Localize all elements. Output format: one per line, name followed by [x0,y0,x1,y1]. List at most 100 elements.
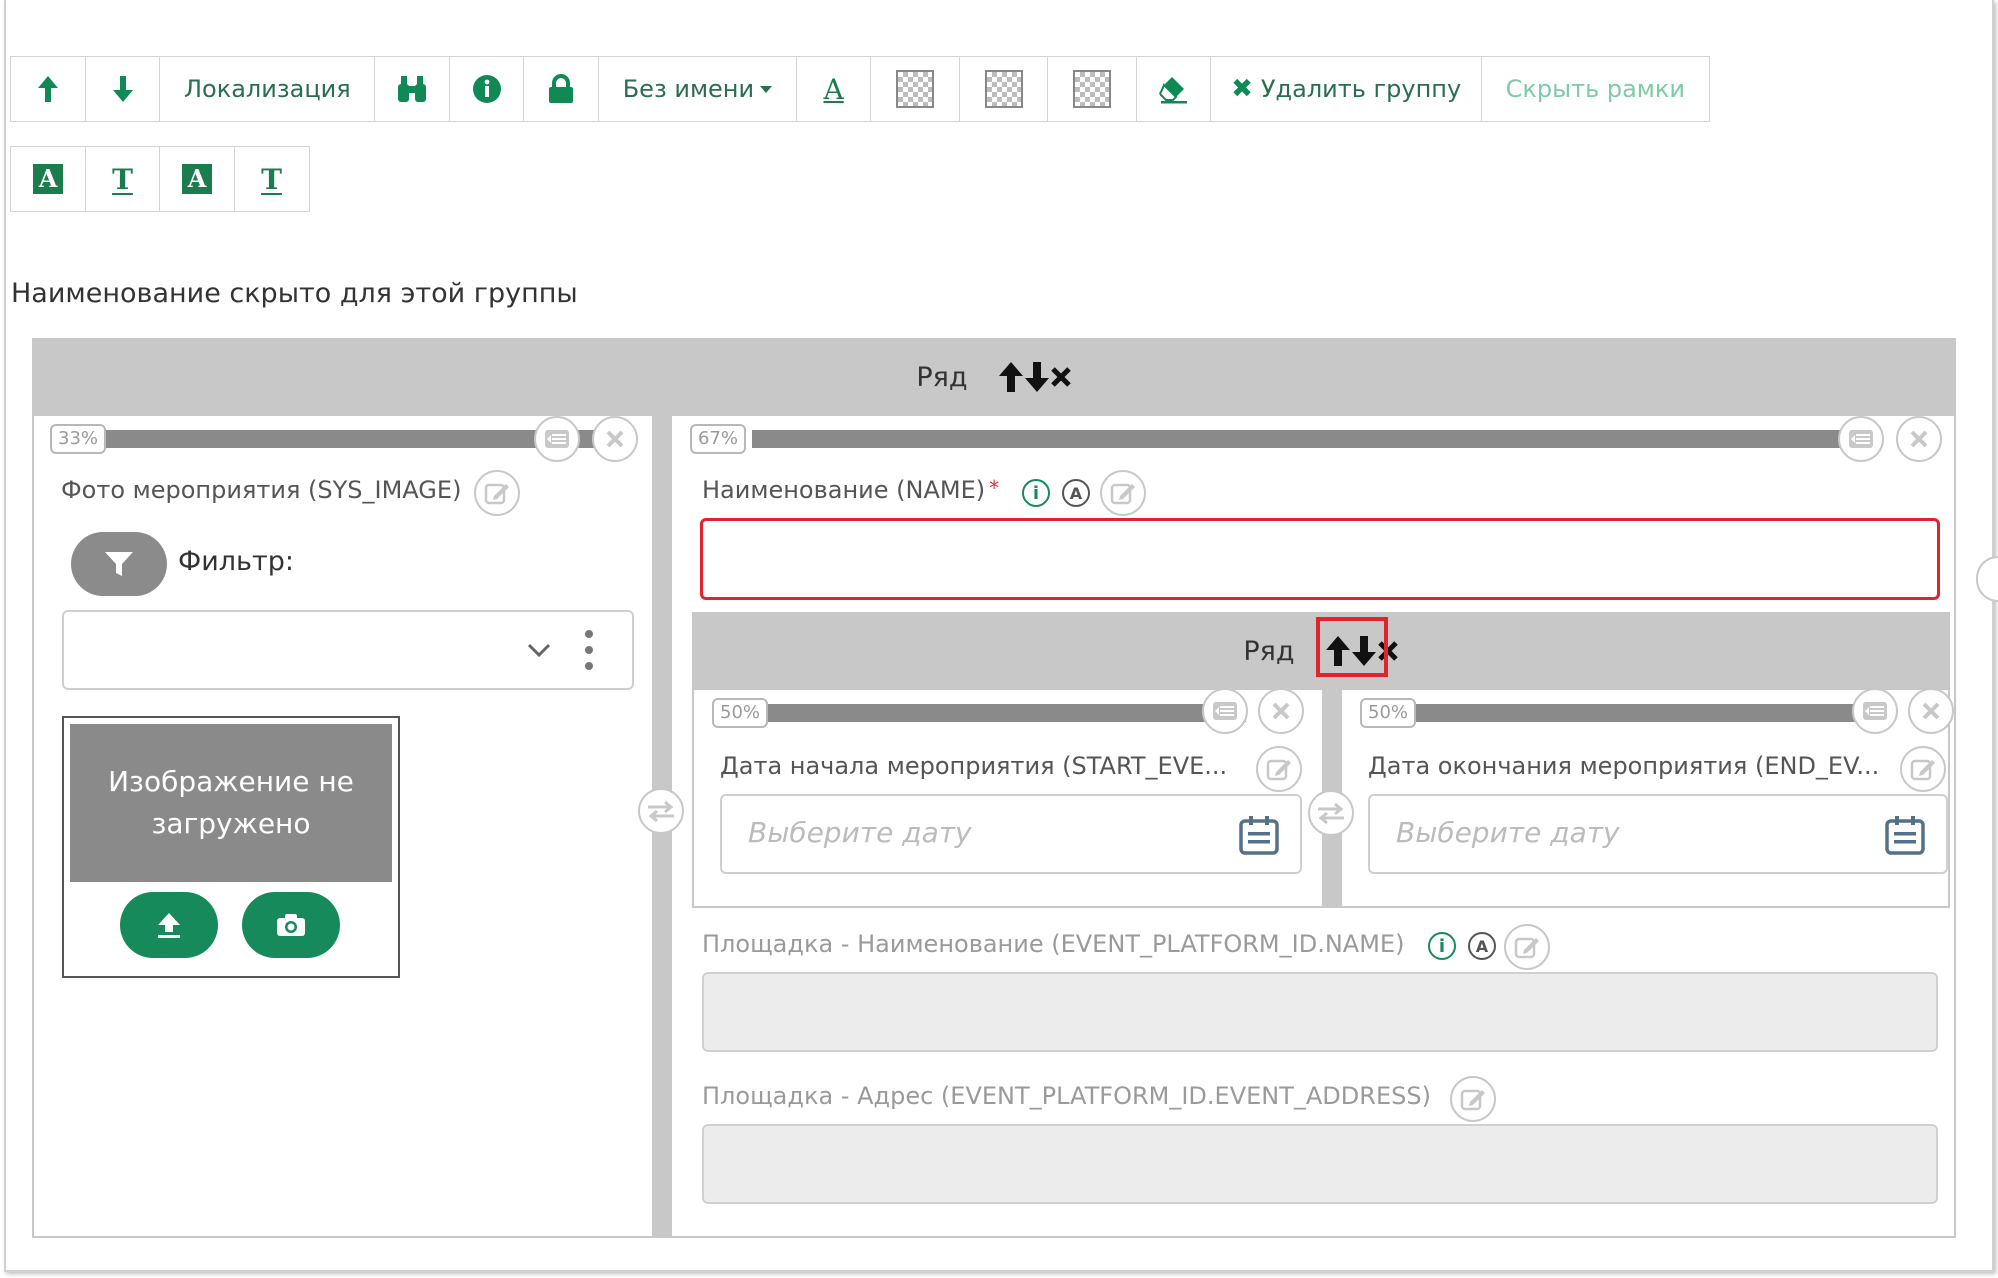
end-date-label: Дата окончания мероприятия (END_EV... [1368,752,1880,780]
find-button[interactable] [374,56,451,122]
text-style-t-button-1[interactable]: T [84,146,161,212]
edit-field-button[interactable] [1504,924,1550,970]
filter-select[interactable] [62,610,634,690]
column-width-bar [742,704,1246,722]
column-settings-button[interactable] [1852,688,1898,734]
close-icon[interactable] [1050,366,1072,388]
upload-button[interactable] [120,892,218,958]
hide-frames-label: Скрыть рамки [1505,75,1685,103]
list-icon [1849,430,1873,448]
background-button-1[interactable] [870,56,961,122]
font-a-icon: A [182,164,212,194]
lock-button[interactable] [523,56,600,122]
inner-column-swap-button[interactable] [1308,790,1354,836]
camera-button[interactable] [242,892,340,958]
row-label: Ряд [1243,635,1295,667]
edit-field-button[interactable] [1256,746,1302,792]
move-up-button[interactable] [10,56,86,122]
list-icon [1213,702,1237,720]
filter-icon [105,552,133,576]
column-settings-button[interactable] [1202,688,1248,734]
platform-name-label: Площадка - Наименование (EVENT_PLATFORM_… [702,930,1405,958]
auto-translate-icon[interactable]: A [1468,932,1496,960]
calendar-icon[interactable] [1238,814,1280,856]
background-button-3[interactable] [1047,56,1138,122]
name-input[interactable] [700,518,1940,600]
binoculars-icon [398,76,427,102]
filter-label: Фильтр: [178,546,294,577]
edit-icon [484,483,509,505]
platform-name-input [702,972,1938,1052]
info-icon[interactable]: i [1022,479,1050,507]
eraser-icon [1158,77,1187,104]
filter-button[interactable] [71,532,167,596]
more-vertical-icon[interactable] [584,628,594,672]
column-remove-button[interactable] [1258,688,1304,734]
arrow-up-icon[interactable] [998,360,1024,394]
localization-button[interactable]: Локализация [159,56,376,122]
platform-address-label: Площадка - Адрес (EVENT_PLATFORM_ID.EVEN… [702,1082,1431,1110]
close-icon [1272,702,1290,720]
edit-icon [1910,759,1935,781]
inner-row-left-border [692,690,694,908]
inner-row-bottom-border [692,906,1950,908]
list-icon [545,430,569,448]
image-widget: Изображение не загружено [62,716,400,978]
info-icon[interactable]: i [1428,932,1456,960]
info-button[interactable] [448,56,525,122]
sys-image-label: Фото мероприятия (SYS_IMAGE) [61,476,462,504]
upload-icon [158,913,180,938]
outer-row-left-border [32,416,34,1238]
edit-field-button[interactable] [1900,746,1946,792]
column-remove-button[interactable] [592,416,638,462]
move-down-button[interactable] [84,56,161,122]
clear-format-button[interactable] [1135,56,1212,122]
font-t-icon: T [112,162,133,196]
row-label: Ряд [916,361,968,393]
column-percent: 50% [1360,698,1417,728]
column-remove-button[interactable] [1908,688,1954,734]
start-date-input[interactable]: Выберите дату [720,794,1302,874]
start-date-label: Дата начала мероприятия (START_EVE... [720,752,1228,780]
edit-icon [1460,1089,1485,1111]
chevron-down-icon [527,643,551,658]
name-dropdown[interactable]: Без имени [597,56,798,122]
arrow-down-icon[interactable] [1024,360,1050,394]
column-remove-button[interactable] [1896,416,1942,462]
calendar-icon[interactable] [1884,814,1926,856]
column-width-bar [752,430,1860,448]
edit-field-button[interactable] [1100,470,1146,516]
auto-translate-icon[interactable]: A [1062,479,1090,507]
edit-field-button[interactable] [474,470,520,516]
transparent-swatch-icon [896,70,935,108]
text-style-a-button-1[interactable]: A [10,146,86,212]
font-a-icon: A [33,164,63,194]
edit-icon [1110,483,1135,505]
column-swap-button[interactable] [638,788,684,834]
caret-down-icon [760,85,773,93]
column-width-bar [1416,704,1862,722]
name-dropdown-label: Без имени [622,75,755,103]
info-icon [472,75,501,103]
platform-address-input [702,1124,1938,1204]
column-settings-button[interactable] [534,416,580,462]
delete-group-button[interactable]: ✖ Удалить группу [1210,56,1483,122]
close-icon [1922,702,1940,720]
image-placeholder: Изображение не загружено [70,724,392,882]
column-settings-button[interactable] [1838,416,1884,462]
font-color-button[interactable]: A [795,56,872,122]
column-percent: 33% [50,424,107,454]
close-icon [1910,430,1928,448]
edit-field-button[interactable] [1450,1076,1496,1122]
close-icon [606,430,624,448]
background-button-2[interactable] [958,56,1049,122]
toolbar-text: A T A T [10,146,310,212]
text-style-t-button-2[interactable]: T [233,146,310,212]
text-style-a-button-2[interactable]: A [159,146,235,212]
swap-icon [1318,802,1344,824]
hide-frames-button[interactable]: Скрыть рамки [1480,56,1710,122]
arrow-down-icon [112,76,133,102]
end-date-input[interactable]: Выберите дату [1368,794,1948,874]
localization-label: Локализация [184,75,351,103]
name-field-label-text: Наименование (NAME) [702,476,986,504]
